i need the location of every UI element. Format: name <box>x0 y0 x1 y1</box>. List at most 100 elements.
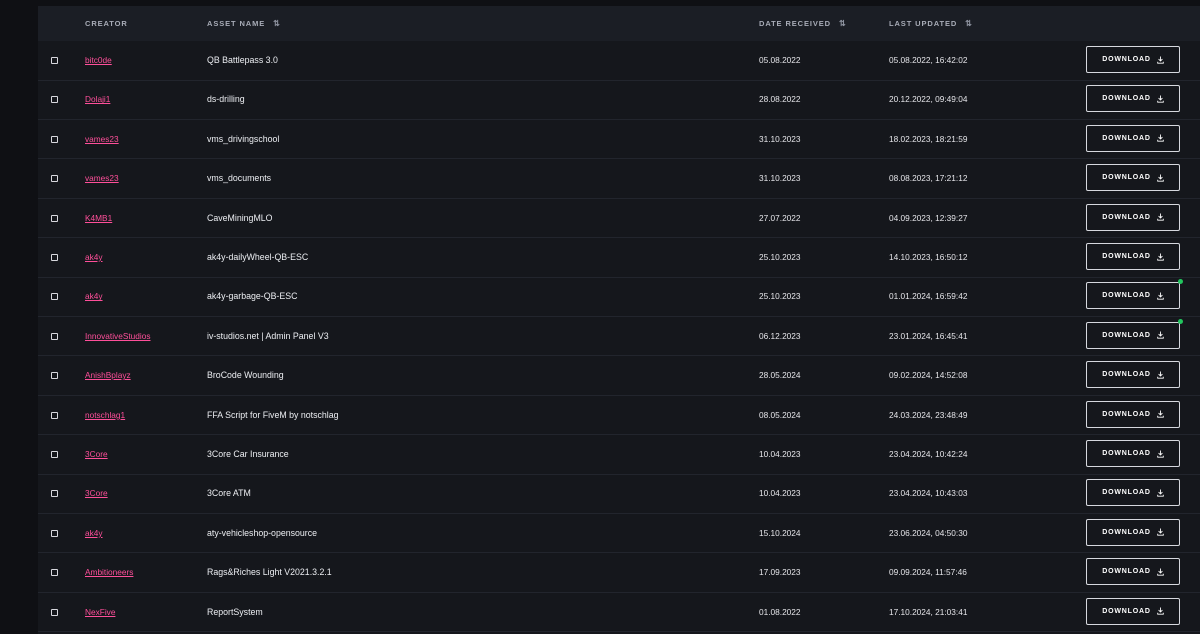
download-label: DOWNLOAD <box>1102 568 1151 576</box>
last-updated: 17.10.2024, 21:03:41 <box>889 606 968 617</box>
column-header-last-updated[interactable]: LAST UPDATED ⇅ <box>889 6 972 41</box>
download-icon <box>1156 95 1164 103</box>
creator-link[interactable]: bitc0de <box>85 41 112 80</box>
download-button[interactable]: DOWNLOAD <box>1086 124 1180 152</box>
table-row: ak4y ak4y-dailyWheel-QB-ESC 25.10.2023 14.1… <box>38 238 1200 278</box>
download-label: DOWNLOAD <box>1102 253 1151 260</box>
last-updated: 04.09.2023, 12:39:27 <box>889 212 968 223</box>
last-updated: 09.09.2024, 11:57:46 <box>889 567 967 578</box>
asset-name: ReportSystem <box>207 606 263 617</box>
creator-link[interactable]: Ambitioneers <box>85 553 133 592</box>
download-icon <box>1156 253 1164 261</box>
row-checkbox[interactable] <box>51 175 58 183</box>
creator-link[interactable]: ak4y <box>85 514 103 553</box>
table-row: vames23 vms_drivingschool 31.10.2023 18.02.… <box>38 120 1200 160</box>
asset-name: aty-vehicleshop-opensource <box>207 527 318 538</box>
creator-link[interactable]: vames23 <box>85 120 119 159</box>
download-button[interactable]: DOWNLOAD <box>1086 597 1180 625</box>
download-icon <box>1156 450 1164 458</box>
date-received: 31.10.2023 <box>759 133 801 144</box>
download-button[interactable]: DOWNLOAD <box>1086 400 1180 428</box>
creator-link[interactable]: AnishBplayz <box>85 356 131 395</box>
column-header-date-received[interactable]: DATE RECEIVED ⇅ <box>759 6 846 41</box>
row-checkbox[interactable] <box>51 608 58 616</box>
download-button[interactable]: DOWNLOAD <box>1086 361 1180 389</box>
download-button[interactable]: DOWNLOAD <box>1086 321 1180 349</box>
creator-link[interactable]: 3Core <box>85 435 108 474</box>
download-label: DOWNLOAD <box>1102 174 1151 182</box>
table-row: Dolaji1 ds-drilling 28.08.2022 20.12.2022, … <box>38 80 1200 120</box>
download-icon <box>1156 134 1164 142</box>
table-row: ak4y aty-vehicleshop-opensource 15.10.2024… <box>38 514 1200 554</box>
sort-icon[interactable]: ⇅ <box>273 19 280 28</box>
row-checkbox[interactable] <box>51 135 58 143</box>
row-checkbox[interactable] <box>51 332 58 340</box>
row-checkbox[interactable] <box>51 529 58 537</box>
download-button[interactable]: DOWNLOAD <box>1086 85 1180 113</box>
download-icon <box>1156 174 1164 182</box>
last-updated: 23.04.2024, 10:42:24 <box>889 449 968 459</box>
download-button[interactable]: DOWNLOAD <box>1086 558 1180 586</box>
date-received: 10.04.2023 <box>759 449 801 459</box>
download-icon <box>1156 528 1164 536</box>
sort-icon[interactable]: ⇅ <box>965 19 972 28</box>
asset-name: BroCode Wounding <box>207 370 284 381</box>
row-checkbox[interactable] <box>51 293 58 301</box>
row-checkbox[interactable] <box>51 569 58 577</box>
column-header-creator: CREATOR <box>85 19 128 28</box>
row-checkbox[interactable] <box>51 411 58 419</box>
download-icon <box>1156 56 1164 64</box>
download-label: DOWNLOAD <box>1102 450 1151 457</box>
asset-name: 3Core Car Insurance <box>207 449 289 459</box>
download-button[interactable]: DOWNLOAD <box>1086 243 1180 270</box>
row-checkbox[interactable] <box>51 372 58 380</box>
download-icon <box>1156 607 1164 615</box>
download-button[interactable]: DOWNLOAD <box>1086 518 1180 546</box>
date-received: 01.08.2022 <box>759 606 801 617</box>
row-checkbox[interactable] <box>51 490 58 498</box>
table-row: notschlag1 FFA Script for FiveM by notsch… <box>38 396 1200 436</box>
download-label: DOWNLOAD <box>1102 410 1151 418</box>
date-received: 25.10.2023 <box>759 252 801 262</box>
download-button[interactable]: DOWNLOAD <box>1086 282 1180 310</box>
creator-link[interactable]: vames23 <box>85 159 119 198</box>
creator-link[interactable]: ak4y <box>85 277 103 316</box>
creator-link[interactable]: Dolaji1 <box>85 80 110 119</box>
last-updated: 18.02.2023, 18:21:59 <box>889 133 968 144</box>
download-button[interactable]: DOWNLOAD <box>1086 440 1180 467</box>
row-checkbox[interactable] <box>51 57 58 64</box>
download-button[interactable]: DOWNLOAD <box>1086 46 1180 73</box>
creator-link[interactable]: K4MB1 <box>85 199 112 238</box>
row-checkbox[interactable] <box>51 96 58 104</box>
asset-name: QB Battlepass 3.0 <box>207 55 278 65</box>
download-label: DOWNLOAD <box>1102 292 1151 300</box>
creator-link[interactable]: 3Core <box>85 474 108 513</box>
table-row: 3Core 3Core Car Insurance 10.04.2023 23.04.… <box>38 435 1200 475</box>
creator-link[interactable]: ak4y <box>85 238 103 277</box>
download-label: DOWNLOAD <box>1102 607 1151 615</box>
download-button[interactable]: DOWNLOAD <box>1086 203 1180 231</box>
download-label: DOWNLOAD <box>1102 134 1151 142</box>
download-label: DOWNLOAD <box>1102 56 1151 63</box>
table-row: 3Core 3Core ATM 10.04.2023 23.04.2024, 10:4… <box>38 474 1200 514</box>
asset-name: Rags&Riches Light V2021.3.2.1 <box>207 567 332 578</box>
creator-link[interactable]: notschlag1 <box>85 396 125 435</box>
download-button[interactable]: DOWNLOAD <box>1086 479 1180 507</box>
creator-link[interactable]: NexFive <box>85 593 115 632</box>
asset-name: vms_documents <box>207 173 272 184</box>
row-checkbox[interactable] <box>51 451 58 458</box>
download-icon <box>1156 371 1164 379</box>
asset-name: vms_drivingschool <box>207 133 280 144</box>
sort-icon[interactable]: ⇅ <box>839 19 846 28</box>
row-checkbox[interactable] <box>51 214 58 222</box>
row-checkbox[interactable] <box>51 254 58 261</box>
download-icon <box>1156 292 1164 300</box>
asset-name: ak4y-garbage-QB-ESC <box>207 291 298 302</box>
status-dot <box>1178 318 1183 324</box>
download-label: DOWNLOAD <box>1102 371 1151 379</box>
last-updated: 05.08.2022, 16:42:02 <box>889 55 968 65</box>
table-row: vames23 vms_documents 31.10.2023 08.08.2023… <box>38 159 1200 199</box>
column-header-asset-name[interactable]: ASSET NAME ⇅ <box>207 6 280 41</box>
download-button[interactable]: DOWNLOAD <box>1086 164 1180 192</box>
creator-link[interactable]: InnovativeStudios <box>85 317 151 356</box>
